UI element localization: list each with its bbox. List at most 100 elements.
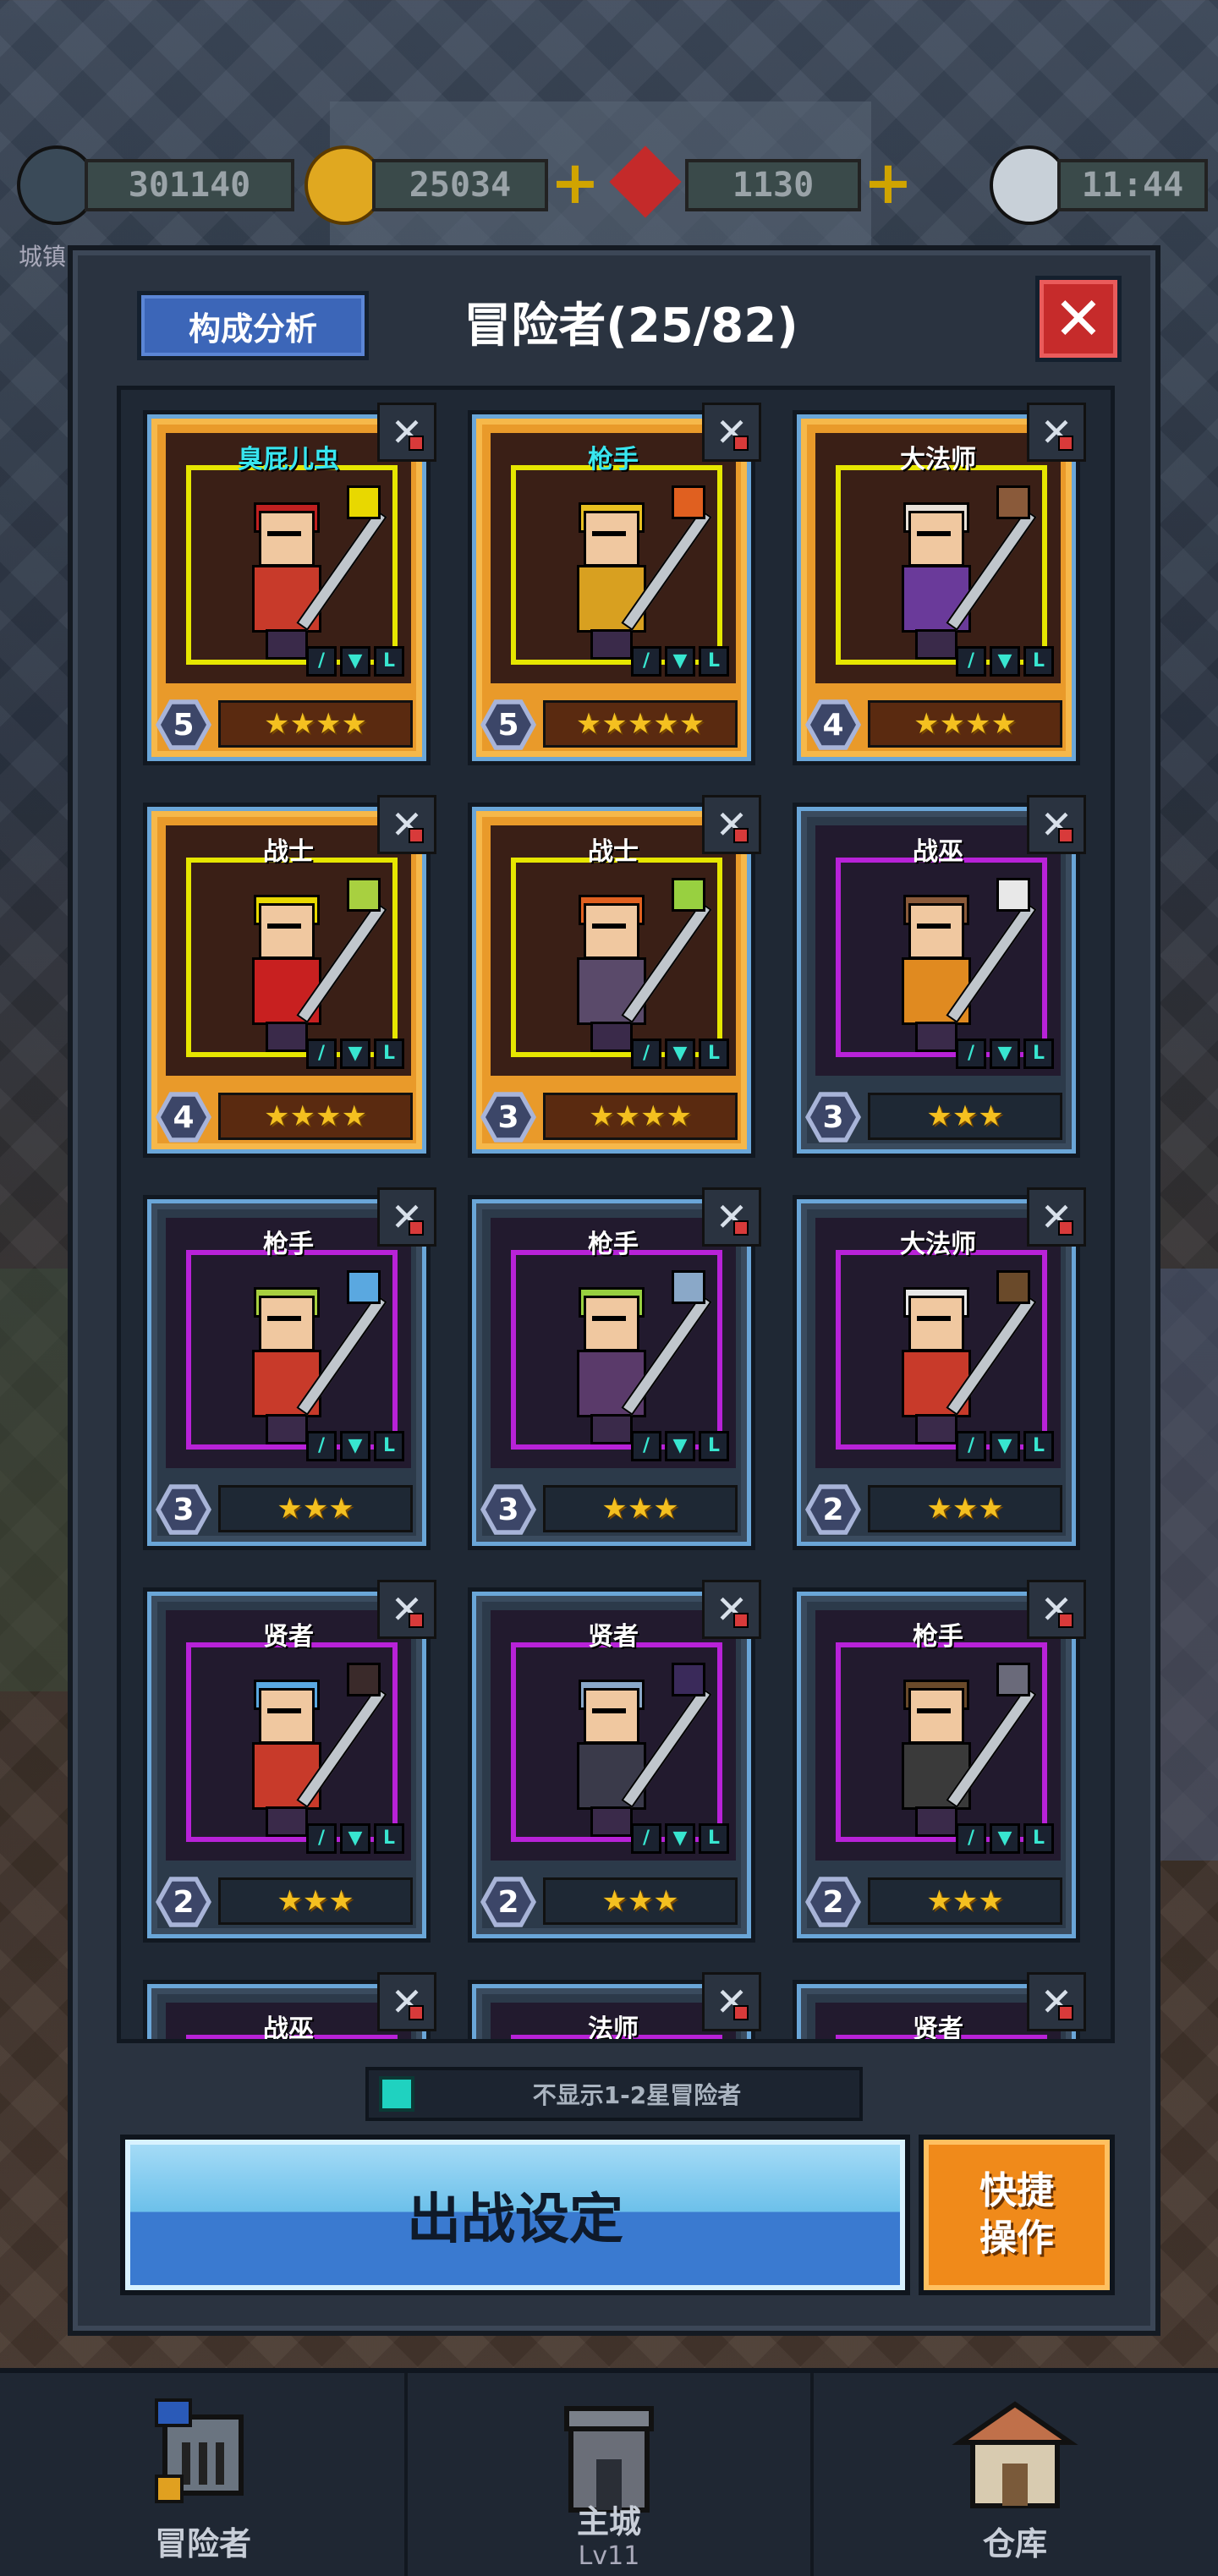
adventurer-portrait: 贤者 / ▼ L [815,2003,1061,2043]
star-icons: ★★★★ [264,1099,367,1133]
adventurer-card[interactable]: 贤者 / ▼ L ✕ 2 ★★★ [468,1580,761,1943]
adventurer-card[interactable]: 枪手 / ▼ L ✕ 3 ★★★ [143,1187,436,1550]
adventurer-card[interactable]: 枪手 / ▼ L ✕ 2 ★★★ [793,1580,1086,1943]
level-badge: 3 [156,1484,211,1535]
weapon-head [996,1270,1030,1304]
gem-icon [609,145,682,218]
crossed-swords-icon[interactable]: ✕ [377,795,436,854]
armor-slot-icon: ▼ [665,1431,695,1461]
adventurer-class: 贤者 [913,2014,963,2043]
weapon-head [347,1663,381,1696]
crossed-swords-icon[interactable]: ✕ [702,1580,761,1639]
nav-adventurer[interactable]: 冒险者 [0,2373,406,2576]
star-rating: ★★★ [543,1877,738,1925]
deploy-settings-button[interactable]: 出战设定 [120,2135,910,2295]
armor-slot-icon: ▼ [665,646,695,677]
adventurer-class: 贤者 [263,1622,314,1652]
crossed-swords-icon[interactable]: ✕ [377,1187,436,1247]
adventurer-portrait: 枪手 / ▼ L [166,1218,411,1468]
crossed-swords-icon[interactable]: ✕ [1027,795,1086,854]
star-rating: ★★★ [868,1485,1062,1532]
composition-analysis-button[interactable]: 构成分析 [137,291,369,360]
weapon-slot-icon: / [631,1823,661,1854]
equipment-slots: / ▼ L [956,1431,1054,1461]
close-button[interactable]: ✕ [1035,276,1122,362]
adventurer-sprite [567,502,651,660]
boots-slot-icon: L [699,646,729,677]
time-value: 11:44 [1057,159,1208,211]
adventurer-card[interactable]: 贤者 / ▼ L ✕ [793,1972,1086,2043]
filter-checkbox[interactable] [379,2076,414,2112]
crossed-swords-icon[interactable]: ✕ [702,795,761,854]
add-gems-button[interactable]: + [863,153,914,212]
adventurer-portrait: 枪手 / ▼ L [491,433,736,683]
crossed-swords-icon[interactable]: ✕ [702,403,761,462]
weapon-slot-icon: / [631,1431,661,1461]
star-icons: ★★★ [277,1884,354,1918]
crossed-swords-icon[interactable]: ✕ [377,1972,436,2031]
adventurer-sprite [567,1680,651,1837]
crossed-swords-icon[interactable]: ✕ [1027,1580,1086,1639]
nav-main-city[interactable]: 主城 Lv11 [406,2373,812,2576]
adventurer-card[interactable]: 枪手 / ▼ L ✕ 5 ★★★★★ [468,403,761,765]
boots-slot-icon: L [374,1823,404,1854]
equipment-slots: / ▼ L [631,1431,729,1461]
nav-warehouse[interactable]: 仓库 [812,2373,1218,2576]
adventurer-sprite [242,1680,326,1837]
level-value: 2 [810,1488,856,1531]
armor-slot-icon: ▼ [665,1823,695,1854]
crossed-swords-icon[interactable]: ✕ [1027,403,1086,462]
weapon-slot-icon: / [306,1823,337,1854]
adventurer-card[interactable]: 战士 / ▼ L ✕ 3 ★★★★ [468,795,761,1158]
boots-slot-icon: L [699,1431,729,1461]
level-value: 3 [486,1096,531,1138]
filter-toggle[interactable]: 不显示1-2星冒险者 [365,2067,863,2121]
adventurer-card[interactable]: 贤者 / ▼ L ✕ 2 ★★★ [143,1580,436,1943]
adventurer-card[interactable]: 战巫 / ▼ L ✕ 3 ★★★ [793,795,1086,1158]
adventurer-grid-frame[interactable]: 臭屁儿虫 / ▼ L ✕ 5 ★★★★ 枪手 / ▼ L ✕ 5 ★★★★★ 大… [117,386,1115,2043]
level-badge: 5 [156,699,211,750]
star-icons: ★★★★ [914,707,1017,741]
adventurer-class: 战士 [588,837,639,867]
adventurer-card[interactable]: 枪手 / ▼ L ✕ 3 ★★★ [468,1187,761,1550]
boots-slot-icon: L [374,646,404,677]
weapon-slot-icon: / [306,646,337,677]
quick-actions-button[interactable]: 快捷 操作 [919,2135,1115,2295]
adventurer-class: 枪手 [588,1230,639,1259]
weapon-head [996,1663,1030,1696]
adventurer-portrait: 大法师 / ▼ L [815,433,1061,683]
adventurer-portrait: 枪手 / ▼ L [491,1218,736,1468]
bottom-nav: 冒险者 主城 Lv11 仓库 [0,2368,1218,2576]
adventurer-sprite [892,1680,976,1837]
adventurer-card[interactable]: 大法师 / ▼ L ✕ 2 ★★★ [793,1187,1086,1550]
adventurer-card[interactable]: 大法师 / ▼ L ✕ 4 ★★★★ [793,403,1086,765]
adventurer-card[interactable]: 战巫 / ▼ L ✕ [143,1972,436,2039]
crossed-swords-icon[interactable]: ✕ [377,1580,436,1639]
adventurer-portrait: 臭屁儿虫 / ▼ L [166,433,411,683]
crossed-swords-icon[interactable]: ✕ [377,403,436,462]
crossed-swords-icon[interactable]: ✕ [702,1972,761,2031]
level-badge: 2 [805,1484,861,1535]
armor-slot-icon: ▼ [990,1039,1020,1069]
power-value: 301140 [85,159,294,211]
filter-label: 不显示1-2星冒险者 [532,2081,742,2109]
add-gold-button[interactable]: + [550,153,601,212]
adventurer-portrait: 战士 / ▼ L [166,825,411,1076]
nav-main-city-label: 主城 [576,2503,641,2540]
weapon-slot-icon: / [956,1431,986,1461]
crossed-swords-icon[interactable]: ✕ [702,1187,761,1247]
weapon-head [672,1663,705,1696]
city-label: 城镇 [19,243,67,271]
adventurer-card[interactable]: 臭屁儿虫 / ▼ L ✕ 5 ★★★★ [143,403,436,765]
adventurer-class: 贤者 [588,1622,639,1652]
top-hud: 301140 25034 + 1130 + 11:44 [17,142,1208,225]
level-badge: 2 [480,1877,536,1927]
adventurer-card[interactable]: 战士 / ▼ L ✕ 4 ★★★★ [143,795,436,1158]
level-badge: 4 [156,1092,211,1143]
star-icons: ★★★ [601,1884,679,1918]
crossed-swords-icon[interactable]: ✕ [1027,1972,1086,2031]
equipment-slots: / ▼ L [631,1039,729,1069]
adventurer-card[interactable]: 法师 / ▼ L ✕ [468,1972,761,2039]
crossed-swords-icon[interactable]: ✕ [1027,1187,1086,1247]
boots-slot-icon: L [374,1431,404,1461]
